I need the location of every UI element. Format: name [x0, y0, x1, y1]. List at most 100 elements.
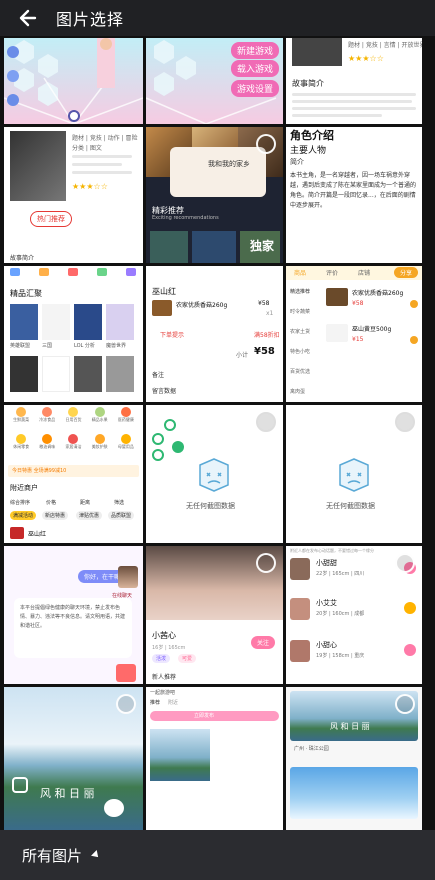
- follow-button[interactable]: 关注: [250, 636, 275, 649]
- notice-text: 今日特惠 全场满99减10: [12, 468, 67, 474]
- profile-tag: 可爱: [178, 654, 197, 663]
- section-label: 简介: [290, 158, 304, 166]
- footer-label: 故事简介: [10, 255, 35, 262]
- category-icon[interactable]: 粮油调味: [34, 434, 60, 459]
- image-tile[interactable]: 新建游戏 载入游戏 游戏设置: [146, 38, 283, 124]
- category-icon[interactable]: 医药健康: [113, 407, 139, 432]
- album-label: 所有图片: [22, 846, 83, 865]
- image-tile[interactable]: 精品汇聚 英雄联盟 三国 LOL 分析 魔兽世界: [4, 266, 143, 402]
- user-name: 小艾艾: [316, 599, 337, 607]
- image-tile[interactable]: 无任何截图数据: [146, 405, 283, 543]
- category-item[interactable]: 禽肉蛋: [290, 388, 305, 395]
- filter-item[interactable]: 筛选: [114, 499, 124, 506]
- image-tile[interactable]: 题材 | 竞技 | 动作 | 冒险 分类 | 图文 ★★★☆☆ 热门推荐 故事简…: [4, 127, 143, 263]
- tab-reviews[interactable]: 评价: [326, 268, 338, 277]
- sticker-icon: [12, 777, 28, 793]
- category-icon[interactable]: 母婴用品: [113, 434, 139, 459]
- product-name: 巫山黄豆500g: [352, 326, 392, 333]
- user-avatar: [290, 640, 310, 662]
- image-tile[interactable]: 附近人都在发布心动话题，不要错过每一个缘分 小甜甜 22岁 | 165cm | …: [286, 546, 422, 684]
- category-icon[interactable]: 家居清洁: [60, 434, 86, 459]
- game-cover: [74, 356, 102, 392]
- category-icon: [126, 268, 136, 276]
- publish-button[interactable]: 立即发布: [194, 712, 214, 719]
- category-grid: 生鲜蔬菜 冷冻食品 日用百货 精品水果 医药健康 休闲零食 粮油调味 家居清洁 …: [8, 407, 139, 459]
- image-tile[interactable]: 你好，在干嘛 在线聊天 本平台提倡绿色健康的聊天环境，禁止发布色情、暴力、违法等…: [4, 546, 143, 684]
- add-cart-icon[interactable]: [410, 336, 418, 344]
- center-button-icon: [68, 110, 80, 122]
- select-circle[interactable]: [395, 412, 415, 432]
- location-text: 广州 · 珠江公园: [294, 746, 329, 752]
- category-icon[interactable]: 美妆护肤: [87, 434, 113, 459]
- image-tile[interactable]: 商品 评价 店铺 分享 精选推荐 时令蔬菜 农家土货 特色小吃 百货优选 禽肉蛋…: [286, 266, 422, 402]
- image-tile[interactable]: 我和我的家乡 精彩推荐 Exciting recommendations 独家: [146, 127, 283, 263]
- category-item[interactable]: 农家土货: [290, 328, 310, 335]
- category-icon[interactable]: 冷冻食品: [34, 407, 60, 432]
- user-avatar: [290, 598, 310, 620]
- tab-recommend[interactable]: 推荐: [150, 699, 160, 706]
- image-tile[interactable]: 角色介绍 主要人物 简介 本书主角，是一名穿越者，因一场车祸意外穿越，遇到后变成…: [286, 127, 422, 263]
- user-meta: 22岁 | 165cm | 四川: [316, 571, 365, 577]
- image-tile[interactable]: 一起旅游吧 推荐 附近 立即发布: [146, 687, 283, 830]
- back-arrow-icon: [19, 9, 37, 27]
- tab-goods[interactable]: 商品: [294, 268, 306, 277]
- category-icon[interactable]: 休闲零食: [8, 434, 34, 459]
- image-tile[interactable]: 小茜心 16岁 | 165cm 关注 活泼 可爱 新人推荐: [146, 546, 283, 684]
- select-circle[interactable]: [256, 412, 276, 432]
- category-icon[interactable]: 精品水果: [87, 407, 113, 432]
- chip[interactable]: 满减活动: [10, 511, 37, 520]
- select-circle[interactable]: [116, 694, 136, 714]
- body-text: 本书主角，是一名穿越者，因一场车祸意外穿越，遇到后变成了陈在某家里面成为一个普通…: [290, 172, 417, 209]
- user-name: 小甜心: [316, 641, 337, 649]
- section-title: 精品汇聚: [10, 289, 42, 298]
- image-tile[interactable]: 题材 | 竞技 | 言情 | 开放世界 ★★★☆☆ 故事简介: [286, 38, 422, 124]
- game-cover: [10, 356, 38, 392]
- image-tile[interactable]: 风 和 日 丽 广州 · 珠江公园: [286, 687, 422, 830]
- category-item[interactable]: 特色小吃: [290, 348, 310, 355]
- album-selector[interactable]: 所有图片: [0, 830, 435, 880]
- category-item[interactable]: 精选推荐: [290, 288, 310, 295]
- product-image: [326, 288, 348, 306]
- chat-icon[interactable]: [404, 602, 416, 614]
- chat-icon[interactable]: [404, 644, 416, 656]
- image-tile[interactable]: 无任何截图数据: [286, 405, 422, 543]
- select-circle[interactable]: [395, 694, 415, 714]
- add-cart-icon[interactable]: [410, 300, 418, 308]
- back-button[interactable]: [0, 0, 56, 36]
- cover-image: [292, 38, 342, 66]
- left-icon-2: [7, 70, 19, 82]
- profile-tag: 活泼: [152, 654, 171, 663]
- game-cover: [106, 304, 134, 340]
- header-text: 一起旅游吧: [150, 690, 176, 696]
- filter-item[interactable]: 综合排序: [10, 499, 30, 506]
- select-circle[interactable]: [395, 553, 415, 573]
- image-tile[interactable]: 生鲜蔬菜 冷冻食品 日用百货 精品水果 医药健康 休闲零食 粮油调味 家居清洁 …: [4, 405, 143, 543]
- game-name: 英雄联盟: [10, 343, 31, 349]
- game-cover: [10, 304, 38, 340]
- filter-item[interactable]: 距离: [80, 499, 90, 506]
- image-tile[interactable]: [4, 38, 143, 124]
- tab-nearby[interactable]: 附近: [168, 699, 178, 706]
- chip[interactable]: 品质联盟: [108, 511, 135, 520]
- select-circle[interactable]: [256, 134, 276, 154]
- category-icon[interactable]: 日用百货: [60, 407, 86, 432]
- category-icon[interactable]: 生鲜蔬菜: [8, 407, 34, 432]
- section-title: 附近商户: [10, 484, 38, 492]
- avatar: [118, 566, 138, 588]
- category-item[interactable]: 时令蔬菜: [290, 308, 310, 315]
- subheading: 主要人物: [290, 146, 327, 156]
- filter-item[interactable]: 价格: [46, 499, 56, 506]
- chip[interactable]: 津贴优惠: [76, 511, 103, 520]
- category-icon: [97, 268, 107, 276]
- image-tile[interactable]: 风 和 日 丽: [4, 687, 143, 830]
- game-cover: [42, 304, 70, 340]
- chip[interactable]: 新店特惠: [42, 511, 69, 520]
- tab-store[interactable]: 店铺: [358, 268, 370, 277]
- product-qty: x1: [266, 310, 274, 317]
- game-name: 三国: [42, 343, 53, 349]
- select-circle[interactable]: [256, 553, 276, 573]
- category-item[interactable]: 百货优选: [290, 368, 310, 375]
- image-tile[interactable]: 巫山红 农家优质香菇260g ¥58 x1 下单提示 满58折扣 小计 ¥58 …: [146, 266, 283, 402]
- category-icon: [10, 268, 20, 276]
- share-button[interactable]: 分享: [393, 267, 418, 278]
